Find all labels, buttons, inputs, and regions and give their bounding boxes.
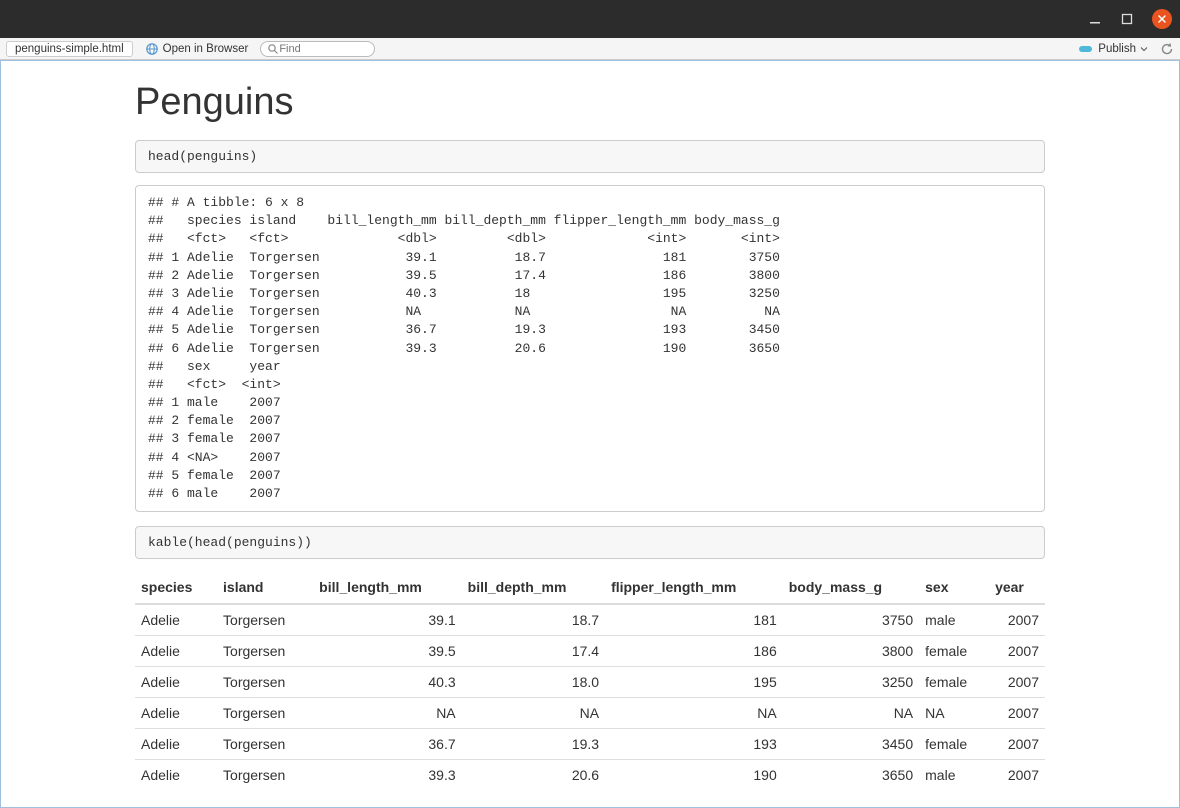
table-cell: 3650	[783, 760, 919, 791]
table-header-cell: bill_length_mm	[313, 571, 461, 604]
document-body: Penguins head(penguins) ## # A tibble: 6…	[135, 61, 1045, 808]
table-cell: 2007	[989, 760, 1045, 791]
window-titlebar	[0, 0, 1180, 38]
filename-label: penguins-simple.html	[6, 41, 133, 57]
table-cell: 186	[605, 636, 783, 667]
table-header-cell: bill_depth_mm	[462, 571, 605, 604]
table-cell: 2007	[989, 636, 1045, 667]
table-row: AdelieTorgersen36.719.31933450female2007	[135, 729, 1045, 760]
refresh-icon	[1160, 42, 1174, 56]
table-header-cell: sex	[919, 571, 989, 604]
table-cell: NA	[605, 698, 783, 729]
table-header-cell: island	[217, 571, 313, 604]
open-in-browser-label: Open in Browser	[163, 43, 249, 55]
table-cell: 36.7	[313, 729, 461, 760]
table-cell: 39.1	[313, 604, 461, 636]
document-viewer[interactable]: Penguins head(penguins) ## # A tibble: 6…	[0, 60, 1180, 808]
table-cell: Torgersen	[217, 604, 313, 636]
table-cell: NA	[462, 698, 605, 729]
maximize-icon	[1121, 13, 1133, 25]
output-block-1: ## # A tibble: 6 x 8 ## species island b…	[135, 185, 1045, 512]
publish-label: Publish	[1098, 43, 1136, 55]
table-cell: female	[919, 636, 989, 667]
table-header-cell: year	[989, 571, 1045, 604]
table-cell: 2007	[989, 604, 1045, 636]
table-header-cell: species	[135, 571, 217, 604]
table-cell: 18.7	[462, 604, 605, 636]
table-header-cell: flipper_length_mm	[605, 571, 783, 604]
publish-button[interactable]: Publish	[1072, 41, 1154, 57]
search-icon	[267, 43, 279, 55]
refresh-button[interactable]	[1160, 42, 1174, 56]
table-cell: NA	[919, 698, 989, 729]
table-cell: 17.4	[462, 636, 605, 667]
table-cell: Adelie	[135, 636, 217, 667]
page-title: Penguins	[135, 81, 1045, 124]
find-input[interactable]	[279, 43, 364, 55]
table-row: AdelieTorgersen39.517.41863800female2007	[135, 636, 1045, 667]
table-header-row: speciesislandbill_length_mmbill_depth_mm…	[135, 571, 1045, 604]
table-cell: 39.3	[313, 760, 461, 791]
table-cell: Torgersen	[217, 760, 313, 791]
table-cell: Adelie	[135, 667, 217, 698]
table-cell: 195	[605, 667, 783, 698]
browser-icon	[145, 42, 159, 56]
table-cell: Torgersen	[217, 667, 313, 698]
close-icon	[1157, 14, 1167, 24]
open-in-browser-button[interactable]: Open in Browser	[139, 41, 255, 57]
minimize-icon	[1089, 13, 1101, 25]
table-row: AdelieTorgersen39.320.61903650male2007	[135, 760, 1045, 791]
table-cell: female	[919, 667, 989, 698]
table-cell: 3800	[783, 636, 919, 667]
table-cell: Adelie	[135, 760, 217, 791]
table-cell: Adelie	[135, 604, 217, 636]
table-cell: Torgersen	[217, 698, 313, 729]
table-header-cell: body_mass_g	[783, 571, 919, 604]
table-cell: 2007	[989, 667, 1045, 698]
publish-icon	[1078, 42, 1094, 56]
table-cell: 181	[605, 604, 783, 636]
table-cell: male	[919, 760, 989, 791]
table-cell: NA	[783, 698, 919, 729]
table-cell: Torgersen	[217, 729, 313, 760]
find-box[interactable]	[260, 41, 375, 57]
table-cell: 3750	[783, 604, 919, 636]
table-cell: 18.0	[462, 667, 605, 698]
table-cell: 3450	[783, 729, 919, 760]
minimize-button[interactable]	[1088, 12, 1102, 26]
table-cell: 19.3	[462, 729, 605, 760]
viewer-toolbar: penguins-simple.html Open in Browser Pub…	[0, 38, 1180, 60]
table-cell: female	[919, 729, 989, 760]
table-cell: Adelie	[135, 698, 217, 729]
table-cell: 39.5	[313, 636, 461, 667]
table-cell: male	[919, 604, 989, 636]
table-row: AdelieTorgersen40.318.01953250female2007	[135, 667, 1045, 698]
table-cell: 3250	[783, 667, 919, 698]
chevron-down-icon	[1140, 45, 1148, 53]
table-cell: 40.3	[313, 667, 461, 698]
kable-table: speciesislandbill_length_mmbill_depth_mm…	[135, 571, 1045, 790]
table-cell: NA	[313, 698, 461, 729]
table-cell: Adelie	[135, 729, 217, 760]
table-cell: 190	[605, 760, 783, 791]
table-cell: 2007	[989, 698, 1045, 729]
table-row: AdelieTorgersenNANANANANA2007	[135, 698, 1045, 729]
code-block-1: head(penguins)	[135, 140, 1045, 173]
maximize-button[interactable]	[1120, 12, 1134, 26]
table-row: AdelieTorgersen39.118.71813750male2007	[135, 604, 1045, 636]
table-cell: 2007	[989, 729, 1045, 760]
table-cell: 20.6	[462, 760, 605, 791]
table-cell: 193	[605, 729, 783, 760]
table-cell: Torgersen	[217, 636, 313, 667]
code-block-2: kable(head(penguins))	[135, 526, 1045, 559]
close-button[interactable]	[1152, 9, 1172, 29]
